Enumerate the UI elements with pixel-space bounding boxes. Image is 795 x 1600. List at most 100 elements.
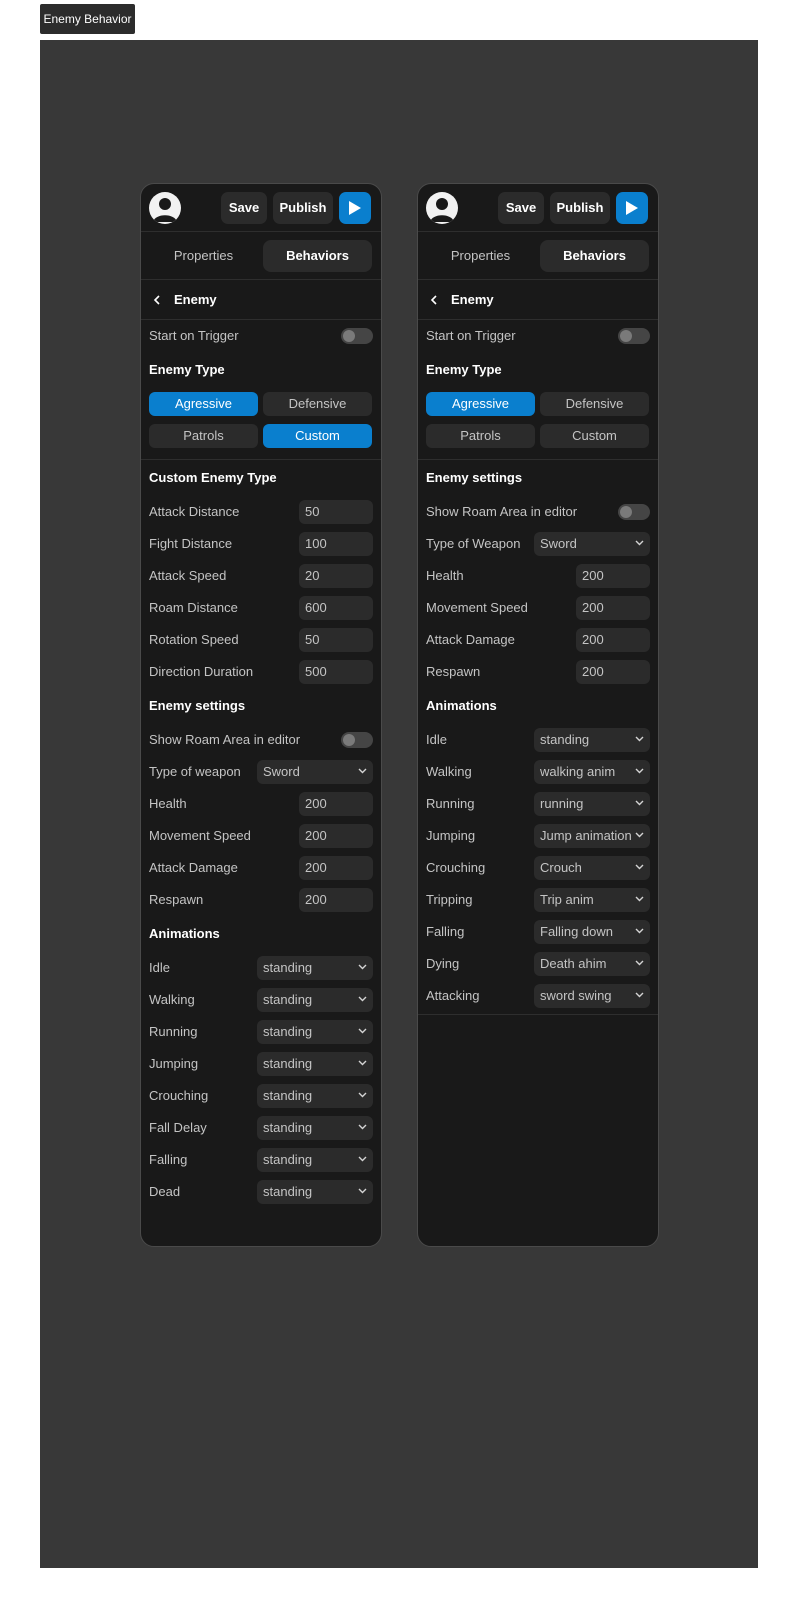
animation-select[interactable]: standing <box>257 1180 373 1204</box>
select-value: walking anim <box>540 764 616 779</box>
respawn-input[interactable]: 200 <box>576 660 650 684</box>
select-value: Jump animation <box>540 828 632 843</box>
avatar[interactable] <box>426 192 458 224</box>
save-button[interactable]: Save <box>221 192 267 224</box>
movement-speed-input[interactable]: 200 <box>576 596 650 620</box>
enemy-settings-title: Enemy settings <box>149 698 246 713</box>
animation-select[interactable]: standing <box>257 1148 373 1172</box>
animation-select[interactable]: standing <box>534 728 650 752</box>
chevron-down-icon <box>635 896 644 902</box>
show-roam-toggle[interactable] <box>341 732 373 748</box>
animation-label: Tripping <box>426 892 473 907</box>
animation-label: Falling <box>149 1152 188 1167</box>
weapon-select[interactable]: Sword <box>257 760 373 784</box>
animation-select[interactable]: Death ahim <box>534 952 650 976</box>
segment-agressive[interactable]: Agressive <box>149 392 258 416</box>
animation-select[interactable]: sword swing <box>534 984 650 1008</box>
fight-distance-input[interactable]: 100 <box>299 532 373 556</box>
animation-row: Idle standing <box>141 952 381 984</box>
animation-row: Jumping Jump animation <box>418 820 658 852</box>
play-button[interactable] <box>616 192 648 224</box>
row-label: Movement Speed <box>149 828 251 843</box>
show-roam-toggle[interactable] <box>618 504 650 520</box>
animation-row: Walking walking anim <box>418 756 658 788</box>
row-label: Health <box>426 568 464 583</box>
segment-agressive[interactable]: Agressive <box>426 392 535 416</box>
animation-select[interactable]: standing <box>257 1020 373 1044</box>
segment-custom[interactable]: Custom <box>263 424 372 448</box>
chevron-down-icon <box>635 992 644 998</box>
roam-distance-input[interactable]: 600 <box>299 596 373 620</box>
start-on-trigger-toggle[interactable] <box>618 328 650 344</box>
health-input[interactable]: 200 <box>576 564 650 588</box>
segment-defensive[interactable]: Defensive <box>540 392 649 416</box>
segment-patrols[interactable]: Patrols <box>149 424 258 448</box>
tab-properties[interactable]: Properties <box>149 240 258 272</box>
segment-custom[interactable]: Custom <box>540 424 649 448</box>
tab-behaviors[interactable]: Behaviors <box>263 240 372 272</box>
attack-distance-input[interactable]: 50 <box>299 500 373 524</box>
select-value: running <box>540 796 584 811</box>
chevron-down-icon <box>358 996 367 1002</box>
user-icon <box>153 198 177 222</box>
chevron-down-icon <box>358 964 367 970</box>
save-button[interactable]: Save <box>498 192 544 224</box>
select-value: standing <box>263 1024 313 1039</box>
play-icon <box>349 201 361 215</box>
start-on-trigger-label: Start on Trigger <box>426 328 516 343</box>
row-label: Health <box>149 796 187 811</box>
animation-select[interactable]: Crouch <box>534 856 650 880</box>
segment-patrols[interactable]: Patrols <box>426 424 535 448</box>
start-on-trigger-row: Start on Trigger <box>418 320 658 352</box>
animation-select[interactable]: Jump animation <box>534 824 650 848</box>
frame-label: Enemy Behavior <box>40 4 135 34</box>
tab-properties[interactable]: Properties <box>426 240 535 272</box>
attack-speed-input[interactable]: 20 <box>299 564 373 588</box>
avatar[interactable] <box>149 192 181 224</box>
enemy-type-title: Enemy Type <box>426 362 502 377</box>
roam-distance-row: Roam Distance 600 <box>141 592 381 624</box>
animation-select[interactable]: standing <box>257 1084 373 1108</box>
chevron-left-icon[interactable] <box>151 294 163 306</box>
publish-button[interactable]: Publish <box>273 192 333 224</box>
animation-label: Jumping <box>426 828 476 843</box>
attack-damage-input[interactable]: 200 <box>299 856 373 880</box>
attack-damage-input[interactable]: 200 <box>576 628 650 652</box>
animation-select[interactable]: standing <box>257 1116 373 1140</box>
breadcrumb-title: Enemy <box>174 292 217 307</box>
chevron-down-icon <box>358 1124 367 1130</box>
publish-button[interactable]: Publish <box>550 192 610 224</box>
tab-behaviors[interactable]: Behaviors <box>540 240 649 272</box>
rotation-speed-input[interactable]: 50 <box>299 628 373 652</box>
animation-select[interactable]: Trip anim <box>534 888 650 912</box>
animation-label: Crouching <box>149 1088 209 1103</box>
animation-select[interactable]: walking anim <box>534 760 650 784</box>
animation-label: Idle <box>149 960 170 975</box>
play-button[interactable] <box>339 192 371 224</box>
start-on-trigger-label: Start on Trigger <box>149 328 239 343</box>
attack-distance-row: Attack Distance 50 <box>141 496 381 528</box>
animation-row: Fall Delay standing <box>141 1112 381 1144</box>
select-value: standing <box>263 1088 313 1103</box>
animation-select[interactable]: standing <box>257 956 373 980</box>
start-on-trigger-toggle[interactable] <box>341 328 373 344</box>
movement-speed-input[interactable]: 200 <box>299 824 373 848</box>
select-value: standing <box>263 1184 313 1199</box>
weapon-select[interactable]: Sword <box>534 532 650 556</box>
breadcrumb: Enemy <box>418 280 658 320</box>
animation-select[interactable]: standing <box>257 1052 373 1076</box>
segment-defensive[interactable]: Defensive <box>263 392 372 416</box>
direction-duration-input[interactable]: 500 <box>299 660 373 684</box>
animation-select[interactable]: running <box>534 792 650 816</box>
animation-row: Attacking sword swing <box>418 980 658 1012</box>
respawn-input[interactable]: 200 <box>299 888 373 912</box>
row-label: Attack Distance <box>149 504 240 519</box>
animation-select[interactable]: Falling down <box>534 920 650 944</box>
chevron-left-icon[interactable] <box>428 294 440 306</box>
health-input[interactable]: 200 <box>299 792 373 816</box>
animation-select[interactable]: standing <box>257 988 373 1012</box>
row-label: Roam Distance <box>149 600 238 615</box>
animation-label: Running <box>149 1024 198 1039</box>
select-value: standing <box>263 992 313 1007</box>
animation-label: Walking <box>426 764 472 779</box>
